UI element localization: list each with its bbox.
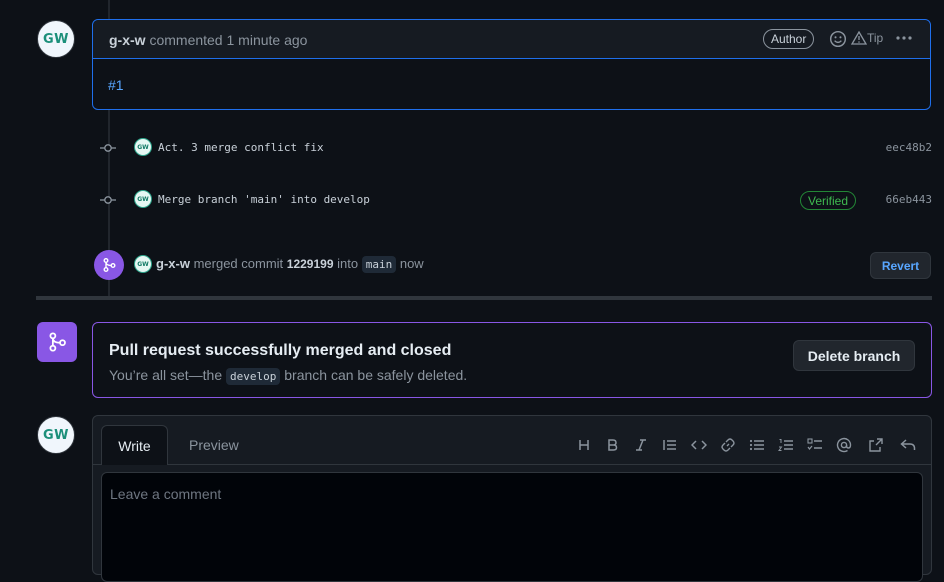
commit-avatar[interactable]: GW (134, 138, 152, 156)
tip-label: Tip (867, 31, 884, 45)
author-badge: Author (763, 29, 815, 49)
revert-button[interactable]: Revert (870, 252, 931, 279)
commit-icon (100, 196, 116, 204)
avatar-initials: GW (42, 427, 69, 443)
comment-box: g-x-w commented 1 minute ago Author Tip … (92, 19, 931, 110)
comment-header: g-x-w commented 1 minute ago Author Tip (93, 20, 930, 59)
avatar-initials: GW (42, 31, 69, 47)
git-merge-icon (103, 258, 116, 272)
commit-sha[interactable]: 66eb443 (886, 193, 932, 206)
avatar[interactable]: GW (37, 20, 75, 58)
comment-author[interactable]: g-x-w (109, 32, 146, 48)
commit-row: GW Merge branch 'main' into develop Veri… (100, 190, 932, 210)
merge-text-2: into (337, 256, 359, 271)
bullet-list-icon[interactable] (747, 435, 767, 455)
merge-text-3: now (399, 256, 424, 271)
source-branch[interactable]: develop (226, 368, 281, 385)
verified-badge[interactable]: Verified (800, 191, 857, 210)
warning-icon (851, 31, 867, 45)
merged-sub-after: branch can be safely deleted. (284, 367, 468, 383)
comment-editor: Write Preview Leave a comment (92, 415, 932, 582)
commit-avatar[interactable]: GW (134, 190, 152, 208)
tab-write[interactable]: Write (101, 425, 168, 465)
merged-subtitle: You’re all set—the develop branch can be… (109, 367, 468, 385)
merge-event-badge (94, 250, 124, 280)
comment-meta: g-x-w commented 1 minute ago (109, 32, 307, 48)
delete-branch-button[interactable]: Delete branch (793, 340, 915, 371)
comment-body-link[interactable]: #1 (108, 77, 124, 93)
tab-preview[interactable]: Preview (189, 437, 239, 453)
task-list-icon[interactable] (805, 435, 825, 455)
quote-icon[interactable] (660, 435, 680, 455)
reply-icon[interactable] (898, 435, 918, 455)
editor-tabbar: Write Preview (93, 416, 931, 465)
comment-time[interactable]: 1 minute ago (227, 32, 308, 48)
tip-control[interactable]: Tip (851, 31, 883, 45)
timeline-divider (36, 296, 932, 300)
commit-message[interactable]: Merge branch 'main' into develop (158, 193, 370, 206)
merged-notice: Pull request successfully merged and clo… (92, 322, 932, 398)
mention-icon[interactable] (834, 435, 854, 455)
merged-sub-before: You’re all set—the (109, 367, 223, 383)
code-icon[interactable] (689, 435, 709, 455)
commit-message[interactable]: Act. 3 merge conflict fix (158, 141, 324, 154)
merge-actor-avatar[interactable]: GW (134, 255, 152, 273)
merge-actor[interactable]: g-x-w (156, 256, 190, 271)
smiley-icon[interactable] (829, 30, 847, 51)
kebab-menu-icon[interactable] (894, 28, 914, 53)
merge-commit-sha[interactable]: 1229199 (287, 257, 334, 271)
merged-status-icon (37, 322, 77, 362)
commit-row: GW Act. 3 merge conflict fix eec48b2 (100, 138, 932, 158)
commit-sha[interactable]: eec48b2 (886, 141, 932, 154)
avatar[interactable]: GW (37, 416, 75, 454)
link-icon[interactable] (718, 435, 738, 455)
target-branch[interactable]: main (361, 256, 397, 273)
commit-icon (100, 144, 116, 152)
comment-textarea[interactable]: Leave a comment (101, 472, 923, 582)
merge-event-text: g-x-w merged commit 1229199 into main no… (156, 256, 424, 273)
merged-title: Pull request successfully merged and clo… (109, 342, 452, 359)
cross-reference-icon[interactable] (866, 435, 886, 455)
git-merge-icon (49, 332, 66, 352)
bold-icon[interactable] (602, 435, 622, 455)
heading-icon[interactable] (574, 435, 594, 455)
merge-text-1: merged commit (193, 256, 284, 271)
comment-action: commented (149, 32, 223, 48)
numbered-list-icon[interactable] (776, 435, 796, 455)
italic-icon[interactable] (631, 435, 651, 455)
